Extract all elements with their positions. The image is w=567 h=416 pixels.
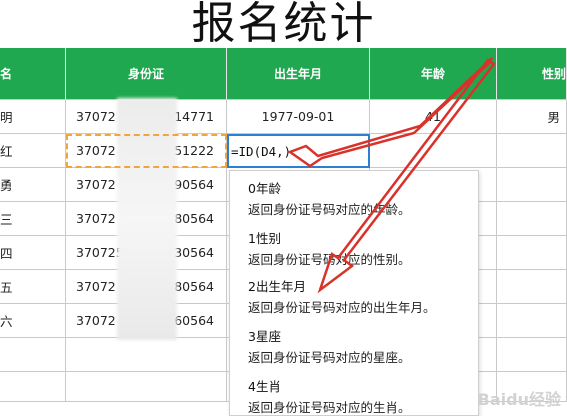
arrow-to-formula <box>287 57 494 168</box>
arrow-to-birth-option <box>317 58 496 294</box>
annotation-arrows <box>287 57 496 294</box>
watermark: Baidu经验 <box>477 390 561 409</box>
